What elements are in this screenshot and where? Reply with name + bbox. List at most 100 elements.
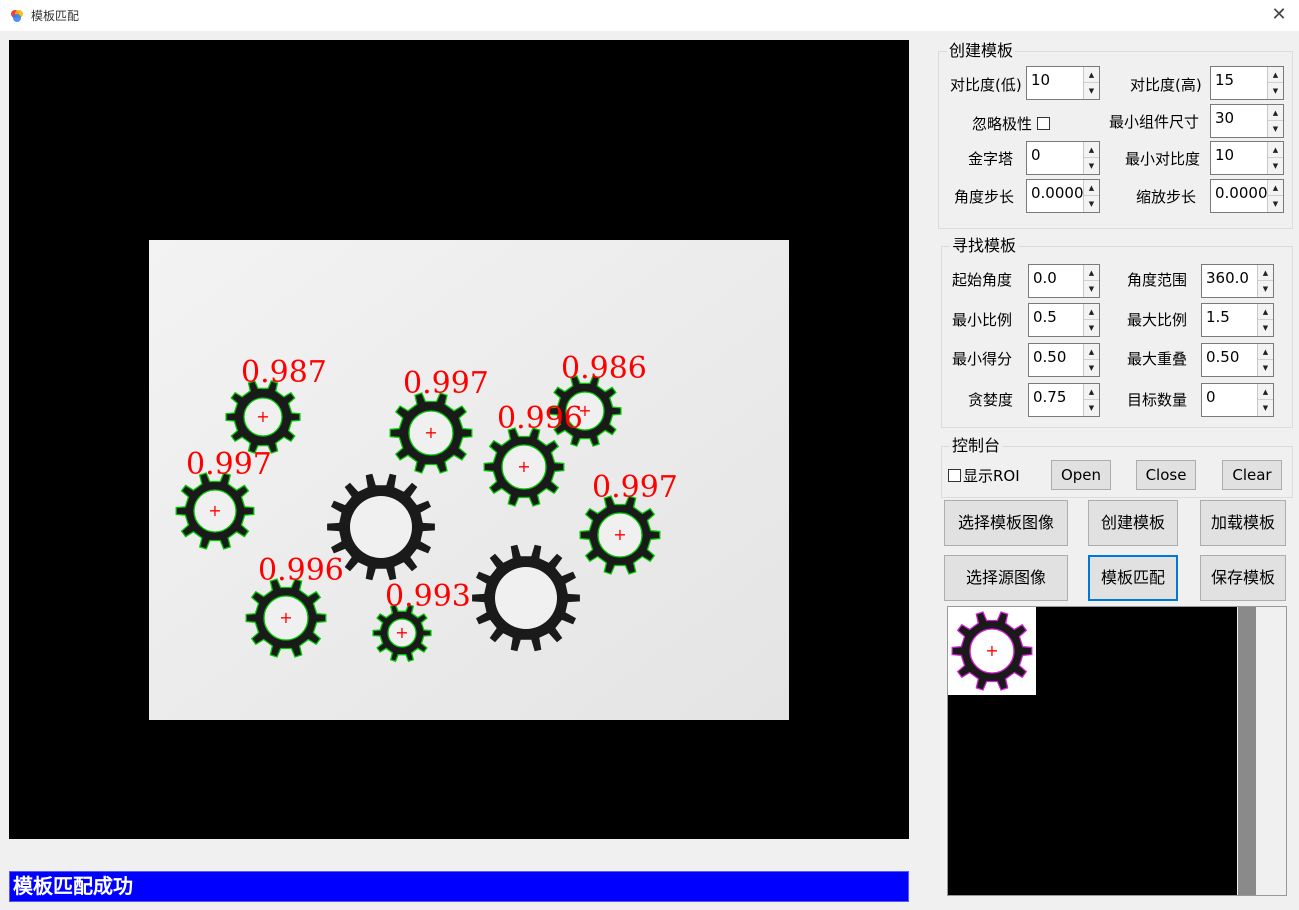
min-scale-spinner[interactable]: 0.5 ▲ ▼	[1028, 303, 1100, 337]
show-roi-option[interactable]: 显示ROI	[948, 466, 1020, 486]
save-template-button[interactable]: 保存模板	[1200, 555, 1286, 601]
contrast-low-value: 10	[1031, 71, 1051, 89]
min-scale-value: 0.5	[1033, 308, 1057, 326]
ignore-polarity-label: 忽略极性	[972, 114, 1052, 134]
spin-up-icon[interactable]: ▲	[1268, 142, 1283, 158]
show-roi-label: 显示ROI	[963, 467, 1020, 485]
match-center-marker: +	[395, 623, 408, 642]
load-template-button[interactable]: 加载模板	[1200, 500, 1286, 546]
spin-down-icon[interactable]: ▼	[1258, 360, 1273, 376]
max-overlap-value: 0.50	[1206, 348, 1240, 366]
spin-down-icon[interactable]: ▼	[1258, 400, 1273, 416]
spin-up-icon[interactable]: ▲	[1268, 105, 1283, 121]
scale-step-spinner[interactable]: 0.0000 ▲ ▼	[1210, 179, 1284, 213]
contrast-high-value: 15	[1215, 71, 1235, 89]
open-button[interactable]: Open	[1051, 460, 1111, 490]
spin-up-icon[interactable]: ▲	[1084, 344, 1099, 360]
min-contrast-label: 最小对比度	[1125, 150, 1201, 168]
match-center-marker: +	[424, 423, 437, 442]
pyramid-value: 0	[1031, 146, 1041, 164]
match-center-marker: +	[208, 501, 221, 520]
match-center-marker: +	[613, 525, 626, 544]
spin-up-icon[interactable]: ▲	[1084, 180, 1099, 196]
select-source-image-button[interactable]: 选择源图像	[944, 555, 1068, 601]
spin-down-icon[interactable]: ▼	[1084, 360, 1099, 376]
spin-down-icon[interactable]: ▼	[1084, 400, 1099, 416]
status-bar: 模板匹配成功	[9, 871, 909, 902]
show-roi-checkbox[interactable]	[948, 469, 961, 482]
spin-down-icon[interactable]: ▼	[1258, 281, 1273, 297]
spin-down-icon[interactable]: ▼	[1084, 83, 1099, 99]
group-title: 创建模板	[947, 41, 1016, 60]
match-center-marker: +	[256, 407, 269, 426]
spin-up-icon[interactable]: ▲	[1268, 180, 1283, 196]
spin-up-icon[interactable]: ▲	[1084, 142, 1099, 158]
spin-down-icon[interactable]: ▼	[1268, 121, 1283, 137]
min-score-value: 0.50	[1033, 348, 1067, 366]
group-title: 寻找模板	[950, 236, 1019, 255]
spin-down-icon[interactable]: ▼	[1084, 158, 1099, 174]
clear-button[interactable]: Clear	[1222, 460, 1282, 490]
gear-hole	[495, 567, 557, 629]
close-icon[interactable]: ✕	[1269, 5, 1289, 25]
spin-up-icon[interactable]: ▲	[1268, 67, 1283, 83]
match-center-marker: +	[517, 457, 530, 476]
start-angle-label: 起始角度	[952, 271, 1013, 289]
spin-down-icon[interactable]: ▼	[1084, 281, 1099, 297]
image-viewer[interactable]: + + + + + + + + 0.987 0.997 0.986 0.996 0.997 0.997 0…	[9, 40, 909, 839]
title-bar: 模板匹配 ✕	[0, 0, 1299, 31]
template-match-button[interactable]: 模板匹配	[1088, 555, 1178, 601]
spin-up-icon[interactable]: ▲	[1084, 67, 1099, 83]
num-matches-spinner[interactable]: 0 ▲ ▼	[1201, 383, 1274, 417]
create-template-button[interactable]: 创建模板	[1088, 500, 1178, 546]
match-score-label: 0.996	[258, 553, 344, 588]
template-preview: +	[947, 606, 1287, 896]
greediness-spinner[interactable]: 0.75 ▲ ▼	[1028, 383, 1100, 417]
ignore-polarity-checkbox[interactable]	[1036, 117, 1050, 130]
contrast-low-spinner[interactable]: 10 ▲ ▼	[1026, 66, 1100, 100]
match-score-label: 0.987	[241, 355, 327, 390]
match-score-label: 0.993	[385, 579, 471, 614]
greediness-label: 贪婪度	[968, 391, 1014, 409]
min-contrast-spinner[interactable]: 10 ▲ ▼	[1210, 141, 1284, 175]
max-overlap-label: 最大重叠	[1127, 350, 1188, 368]
min-score-spinner[interactable]: 0.50 ▲ ▼	[1028, 343, 1100, 377]
preview-scrollbar-thumb[interactable]	[1238, 607, 1256, 895]
start-angle-spinner[interactable]: 0.0 ▲ ▼	[1028, 264, 1100, 298]
start-angle-value: 0.0	[1033, 269, 1057, 287]
spin-up-icon[interactable]: ▲	[1084, 384, 1099, 400]
pyramid-spinner[interactable]: 0 ▲ ▼	[1026, 141, 1100, 175]
max-scale-spinner[interactable]: 1.5 ▲ ▼	[1201, 303, 1274, 337]
spin-down-icon[interactable]: ▼	[1084, 196, 1099, 212]
spin-down-icon[interactable]: ▼	[1268, 83, 1283, 99]
spin-up-icon[interactable]: ▲	[1084, 304, 1099, 320]
min-component-label: 最小组件尺寸	[1109, 113, 1200, 131]
spin-up-icon[interactable]: ▲	[1258, 265, 1273, 281]
spin-up-icon[interactable]: ▲	[1258, 304, 1273, 320]
group-title: 控制台	[950, 436, 1003, 455]
angle-range-spinner[interactable]: 360.0 ▲ ▼	[1201, 264, 1274, 298]
angle-range-value: 360.0	[1206, 269, 1249, 287]
spin-up-icon[interactable]: ▲	[1258, 384, 1273, 400]
select-template-image-button[interactable]: 选择模板图像	[944, 500, 1068, 546]
match-score-label: 0.997	[592, 470, 678, 505]
max-overlap-spinner[interactable]: 0.50 ▲ ▼	[1201, 343, 1274, 377]
spin-down-icon[interactable]: ▼	[1268, 158, 1283, 174]
close-button[interactable]: Close	[1136, 460, 1196, 490]
spin-down-icon[interactable]: ▼	[1258, 320, 1273, 336]
app-icon	[11, 10, 23, 22]
spin-down-icon[interactable]: ▼	[1084, 320, 1099, 336]
contrast-high-spinner[interactable]: 15 ▲ ▼	[1210, 66, 1284, 100]
num-matches-label: 目标数量	[1127, 391, 1188, 409]
match-score-label: 0.996	[497, 401, 583, 436]
match-score-label: 0.986	[561, 351, 647, 386]
min-scale-label: 最小比例	[952, 311, 1013, 329]
min-component-spinner[interactable]: 30 ▲ ▼	[1210, 104, 1284, 138]
spin-up-icon[interactable]: ▲	[1258, 344, 1273, 360]
angle-range-label: 角度范围	[1127, 271, 1188, 289]
angle-step-spinner[interactable]: 0.0000 ▲ ▼	[1026, 179, 1100, 213]
spin-down-icon[interactable]: ▼	[1268, 196, 1283, 212]
spin-up-icon[interactable]: ▲	[1084, 265, 1099, 281]
contrast-high-label: 对比度(高)	[1130, 76, 1202, 94]
min-contrast-value: 10	[1215, 146, 1235, 164]
